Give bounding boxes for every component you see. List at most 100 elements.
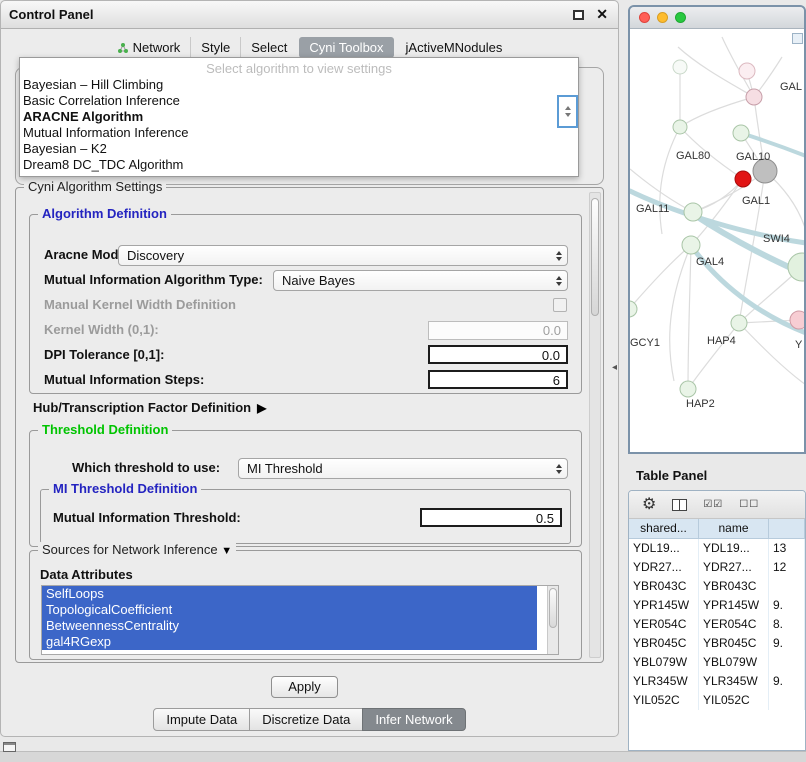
mi-type-select[interactable]: Naive Bayes bbox=[273, 270, 568, 291]
table-column-header[interactable]: name bbox=[699, 519, 769, 538]
gear-icon[interactable]: ⚙ bbox=[642, 497, 656, 513]
settings-group-title: Cyni Algorithm Settings bbox=[24, 179, 166, 194]
tab-select[interactable]: Select bbox=[240, 37, 297, 58]
algorithm-menu-item-bayesian-hill-climbing[interactable]: Bayesian – Hill Climbing bbox=[20, 77, 578, 93]
algorithm-spinner[interactable] bbox=[557, 95, 578, 128]
svg-text:SWI4: SWI4 bbox=[763, 233, 790, 245]
algorithm-menu-item-basic-correlation-inference[interactable]: Basic Correlation Inference bbox=[20, 93, 578, 109]
algorithm-menu-item-aracne-algorithm[interactable]: ARACNE Algorithm bbox=[20, 109, 578, 125]
algorithm-menu-placeholder: Select algorithm to view settings bbox=[20, 60, 578, 77]
table-toolbar: ⚙ ☑☑ ☐☐ bbox=[629, 491, 805, 519]
sources-group: Sources for Network Inference ▼ Data Att… bbox=[29, 550, 582, 660]
table-body: YDL19...YDL19...13YDR27...YDR27...12YBR0… bbox=[629, 539, 805, 710]
control-panel-window: Control Panel ✕ Network StyleSelectCyni T… bbox=[0, 0, 619, 737]
table-cell: YDL19... bbox=[699, 539, 769, 558]
table-cell: YBR045C bbox=[629, 634, 699, 653]
algorithm-definition-title: Algorithm Definition bbox=[38, 206, 171, 221]
restore-panel-icon[interactable] bbox=[3, 742, 16, 752]
table-column-header[interactable] bbox=[769, 519, 805, 538]
table-cell: YBL079W bbox=[699, 653, 769, 672]
tab-jactivemnodules[interactable]: jActiveMNodules bbox=[396, 37, 513, 58]
hub-definition-label: Hub/Transcription Factor Definition bbox=[33, 400, 251, 415]
tab-network[interactable]: Network bbox=[107, 37, 191, 58]
select-all-icon[interactable]: ☑☑ bbox=[703, 500, 723, 510]
data-attributes-items: SelfLoopsTopologicalCoefficientBetweenne… bbox=[42, 586, 558, 650]
table-row[interactable]: YDL19...YDL19...13 bbox=[629, 539, 805, 558]
deselect-all-icon[interactable]: ☐☐ bbox=[739, 500, 759, 510]
tab-cyni-toolbox[interactable]: Cyni Toolbox bbox=[299, 37, 393, 58]
kernel-width-field: 0.0 bbox=[428, 321, 568, 340]
aracne-mode-select[interactable]: Discovery bbox=[118, 245, 568, 266]
close-traffic-light-icon[interactable] bbox=[639, 12, 650, 23]
birdseye-toggle-icon[interactable] bbox=[792, 33, 803, 44]
dpi-tolerance-label: DPI Tolerance [0,1]: bbox=[44, 345, 164, 365]
bottom-status-strip bbox=[0, 751, 806, 762]
threshold-definition-group: Threshold Definition Which threshold to … bbox=[29, 430, 582, 547]
svg-text:Y: Y bbox=[795, 339, 803, 351]
which-threshold-value: MI Threshold bbox=[247, 459, 551, 478]
which-threshold-select[interactable]: MI Threshold bbox=[238, 458, 568, 479]
table-row[interactable]: YIL052CYIL052C bbox=[629, 691, 805, 710]
table-cell: YDL19... bbox=[629, 539, 699, 558]
table-cell: 9. bbox=[769, 634, 805, 653]
table-header: shared...name bbox=[629, 519, 805, 539]
attribute-item-topologicalcoefficient[interactable]: TopologicalCoefficient bbox=[42, 602, 537, 618]
algorithm-menu-item-mutual-information-inference[interactable]: Mutual Information Inference bbox=[20, 125, 578, 141]
attribute-item-gal4rgexp[interactable]: gal4RGexp bbox=[42, 634, 537, 650]
bottom-tab-bar: Impute DataDiscretize DataInfer Network bbox=[1, 708, 618, 731]
table-cell bbox=[769, 577, 805, 596]
attributes-scrollbar-thumb[interactable] bbox=[549, 588, 557, 628]
svg-text:GAL11: GAL11 bbox=[636, 203, 669, 215]
expanded-arrow-icon[interactable]: ▼ bbox=[221, 545, 232, 557]
float-panel-icon[interactable] bbox=[573, 10, 584, 20]
table-row[interactable]: YLR345WYLR345W9. bbox=[629, 672, 805, 691]
table-cell: 9. bbox=[769, 596, 805, 615]
table-cell: YPR145W bbox=[699, 596, 769, 615]
collapsed-arrow-icon: ▶ bbox=[257, 401, 266, 415]
close-icon[interactable]: ✕ bbox=[596, 6, 608, 23]
data-attributes-list[interactable]: SelfLoopsTopologicalCoefficientBetweenne… bbox=[41, 585, 559, 655]
sources-title-text: Sources for Network Inference bbox=[42, 542, 218, 557]
table-row[interactable]: YBR043CYBR043C bbox=[629, 577, 805, 596]
attributes-scrollbar[interactable] bbox=[547, 586, 558, 654]
control-panel-titlebar: Control Panel ✕ bbox=[1, 1, 618, 29]
table-column-header[interactable]: shared... bbox=[629, 519, 699, 538]
bottom-tab-infer-network[interactable]: Infer Network bbox=[362, 708, 465, 731]
tab-label: Network bbox=[133, 40, 181, 55]
table-row[interactable]: YER054CYER054C8. bbox=[629, 615, 805, 634]
dpi-tolerance-field[interactable]: 0.0 bbox=[428, 345, 568, 364]
table-row[interactable]: YPR145WYPR145W9. bbox=[629, 596, 805, 615]
table-cell: YDR27... bbox=[629, 558, 699, 577]
table-cell bbox=[769, 691, 805, 710]
combo-arrows-icon bbox=[551, 464, 567, 474]
bottom-tab-impute-data[interactable]: Impute Data bbox=[153, 708, 250, 731]
table-row[interactable]: YBL079WYBL079W bbox=[629, 653, 805, 672]
attribute-item-selfloops[interactable]: SelfLoops bbox=[42, 586, 537, 602]
attribute-item-betweennesscentrality[interactable]: BetweennessCentrality bbox=[42, 618, 537, 634]
mi-threshold-definition-group: MI Threshold Definition Mutual Informati… bbox=[40, 489, 571, 544]
columns-icon[interactable] bbox=[672, 499, 687, 511]
network-canvas[interactable]: GALGAL80GAL10GAL11GAL1SWI4GAL4GCY1HAP4YH… bbox=[630, 29, 804, 452]
manual-kernel-label: Manual Kernel Width Definition bbox=[44, 295, 236, 315]
kernel-width-label: Kernel Width (0,1): bbox=[44, 320, 159, 340]
table-row[interactable]: YBR045CYBR045C9. bbox=[629, 634, 805, 653]
settings-scrollbar-thumb[interactable] bbox=[591, 198, 599, 316]
table-row[interactable]: YDR27...YDR27...12 bbox=[629, 558, 805, 577]
bottom-tab-discretize-data[interactable]: Discretize Data bbox=[249, 708, 363, 731]
mi-threshold-definition-title: MI Threshold Definition bbox=[49, 481, 201, 496]
apply-button[interactable]: Apply bbox=[271, 676, 338, 698]
hub-definition-toggle[interactable]: Hub/Transcription Factor Definition ▶ bbox=[33, 400, 266, 415]
splitter-collapse-icon[interactable]: ◂ bbox=[612, 362, 617, 373]
minimize-traffic-light-icon[interactable] bbox=[657, 12, 668, 23]
settings-scrollbar[interactable] bbox=[589, 192, 601, 658]
zoom-traffic-light-icon[interactable] bbox=[675, 12, 686, 23]
algorithm-menu-item-dream8-dc-tdc-algorithm[interactable]: Dream8 DC_TDC Algorithm bbox=[20, 157, 578, 173]
mi-threshold-field[interactable]: 0.5 bbox=[420, 508, 562, 527]
table-cell: YLR345W bbox=[629, 672, 699, 691]
manual-kernel-checkbox[interactable] bbox=[553, 298, 567, 312]
tab-style[interactable]: Style bbox=[190, 37, 240, 58]
table-panel-window: ⚙ ☑☑ ☐☐ shared...name YDL19...YDL19...13… bbox=[628, 490, 806, 751]
mi-type-value: Naive Bayes bbox=[282, 271, 551, 290]
mi-steps-field[interactable]: 6 bbox=[428, 370, 568, 389]
algorithm-menu-item-bayesian-k2[interactable]: Bayesian – K2 bbox=[20, 141, 578, 157]
